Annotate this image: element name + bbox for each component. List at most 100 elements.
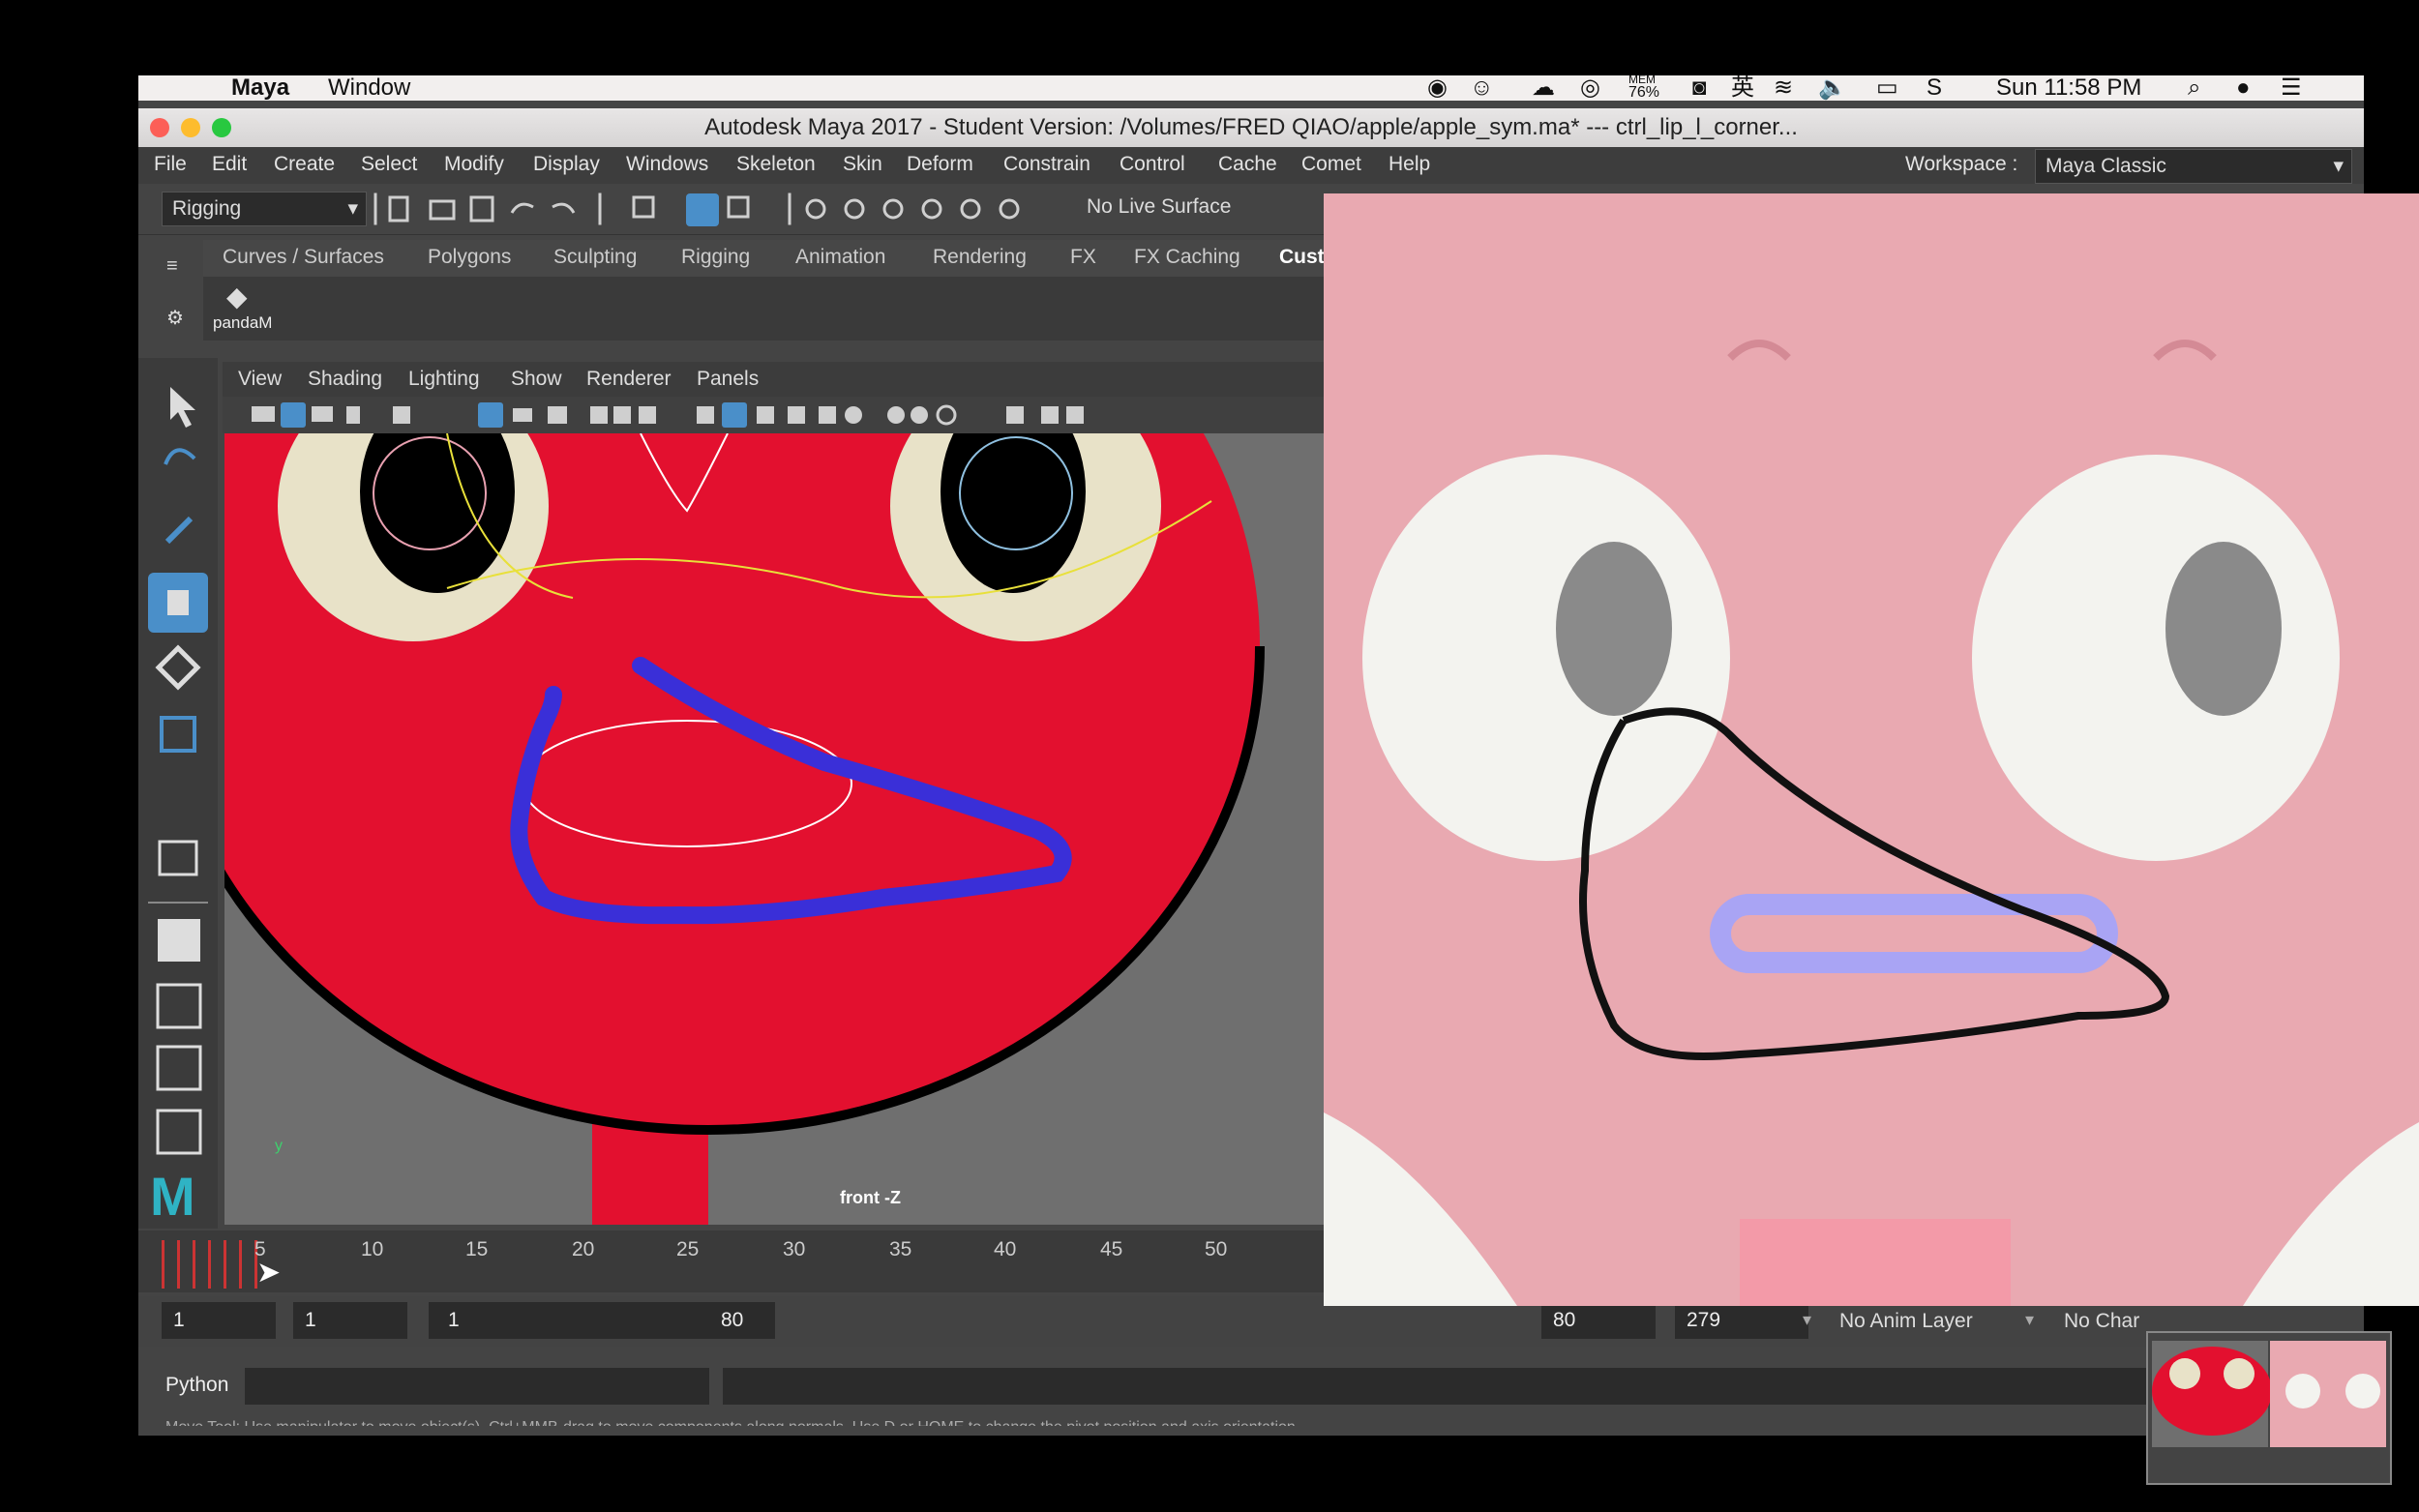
chevron-down-icon: ▾	[2333, 155, 2344, 177]
select-hierarchy-icon	[632, 195, 655, 219]
smooth-shade-icon	[722, 402, 747, 428]
workspace-label: Workspace :	[1905, 153, 2018, 175]
end-time-field[interactable]: 279	[1675, 1302, 1808, 1339]
image-plane-icon	[346, 406, 360, 424]
chevron-down-icon[interactable]: ▾	[1803, 1310, 1811, 1330]
shadows-icon	[887, 406, 905, 424]
close-button[interactable]	[150, 118, 169, 137]
record-icon[interactable]: ◉	[1427, 75, 1448, 101]
menu-cache[interactable]: Cache	[1218, 153, 1277, 176]
menu-help[interactable]: Help	[1389, 153, 1430, 176]
anim-layer-dropdown[interactable]: No Anim Layer	[1839, 1310, 1973, 1333]
status-icon[interactable]: ☺	[1470, 75, 1494, 101]
tab-custom[interactable]: Cust	[1279, 246, 1325, 269]
two-view-icon	[156, 1045, 202, 1091]
tab-rigging[interactable]: Rigging	[681, 246, 750, 269]
tab-polygons[interactable]: Polygons	[428, 246, 511, 269]
menu-control[interactable]: Control	[1120, 153, 1185, 176]
viewport-front[interactable]: y front -Z	[224, 433, 1326, 1225]
scale-tool-icon	[160, 716, 196, 753]
menu-skeleton[interactable]: Skeleton	[736, 153, 816, 176]
app-name-menu[interactable]: Maya	[231, 75, 289, 101]
lasso-tool-icon	[164, 448, 196, 465]
time-slider[interactable]: 5 10 15 20 25 30 35 40 45 50 ➤	[138, 1230, 1329, 1292]
snap-pivot-icon	[999, 198, 1020, 220]
tab-curves-surfaces[interactable]: Curves / Surfaces	[223, 246, 384, 269]
menu-constrain[interactable]: Constrain	[1003, 153, 1090, 176]
maya-menubar: File Edit Create Select Modify Display W…	[138, 147, 2364, 184]
rotate-tool-icon	[155, 644, 201, 691]
tab-sculpting[interactable]: Sculpting	[553, 246, 637, 269]
sync-icon[interactable]: S	[1926, 75, 1942, 101]
playback-end-field[interactable]: 80	[1541, 1302, 1656, 1339]
menu-display[interactable]: Display	[533, 153, 600, 176]
help-line: Move Tool: Use manipulator to move objec…	[165, 1414, 1714, 1426]
menu-skin[interactable]: Skin	[843, 153, 882, 176]
tab-fx-caching[interactable]: FX Caching	[1134, 246, 1240, 269]
menuset-dropdown[interactable]: Rigging ▾	[162, 192, 367, 226]
character-set-dropdown[interactable]: No Char	[2064, 1310, 2139, 1333]
menu-create[interactable]: Create	[274, 153, 335, 176]
axis-y-label: y	[275, 1138, 283, 1154]
grid-toggle-icon	[478, 402, 503, 428]
isolate-select-icon	[1006, 406, 1024, 424]
screen-thumbnail[interactable]	[2146, 1331, 2392, 1485]
workspace-value: Maya Classic	[2046, 155, 2166, 177]
vp-menu-lighting[interactable]: Lighting	[408, 368, 480, 391]
battery-icon[interactable]: ▭	[1876, 75, 1898, 101]
start-time-field[interactable]: 1	[162, 1302, 276, 1339]
window-title: Autodesk Maya 2017 - Student Version: /V…	[704, 114, 1798, 140]
zoom-button[interactable]	[212, 118, 231, 137]
menu-deform[interactable]: Deform	[907, 153, 973, 176]
vp-menu-panels[interactable]: Panels	[697, 368, 759, 391]
menu-comet[interactable]: Comet	[1301, 153, 1361, 176]
menu-icon[interactable]: ≡	[166, 255, 178, 278]
reference-sketch	[1324, 193, 2419, 1306]
snap-view-icon	[921, 198, 942, 220]
range-slider[interactable]: 1 80	[429, 1302, 775, 1339]
select-tool-icon	[170, 387, 195, 428]
tab-animation[interactable]: Animation	[795, 246, 885, 269]
gear-icon[interactable]: ⚙	[166, 306, 184, 330]
menu-file[interactable]: File	[154, 153, 187, 176]
menu-edit[interactable]: Edit	[212, 153, 247, 176]
cloud-icon[interactable]: ☁	[1532, 75, 1555, 101]
vp-menu-renderer[interactable]: Renderer	[586, 368, 672, 391]
siri-icon[interactable]: ●	[2236, 75, 2251, 101]
tab-rendering[interactable]: Rendering	[933, 246, 1027, 269]
playback-start-field[interactable]: 1	[293, 1302, 407, 1339]
menu-select[interactable]: Select	[361, 153, 417, 176]
tab-fx[interactable]: FX	[1070, 246, 1096, 269]
field-chart-icon	[590, 406, 608, 424]
shelf-item-panda[interactable]: ◆ pandaM	[213, 281, 275, 339]
creative-cloud-icon[interactable]: ◎	[1580, 75, 1600, 101]
language-toggle[interactable]: Python	[165, 1374, 228, 1397]
notification-center-icon[interactable]: ☰	[2281, 75, 2302, 101]
chevron-down-icon[interactable]: ▾	[2025, 1310, 2034, 1330]
screenshot-icon[interactable]: ◙	[1692, 75, 1707, 101]
shelf-item-label: pandaM	[213, 313, 273, 332]
menu-windows[interactable]: Windows	[626, 153, 708, 176]
clock[interactable]: Sun 11:58 PM	[1996, 75, 2141, 101]
open-scene-icon	[429, 199, 456, 221]
resolution-gate-icon	[548, 406, 567, 424]
live-surface-button[interactable]: No Live Surface	[1087, 195, 1231, 219]
wifi-icon[interactable]: ≋	[1774, 75, 1793, 101]
workspace-dropdown[interactable]: Maya Classic ▾	[2035, 149, 2352, 184]
tick-40: 40	[994, 1238, 1017, 1260]
vp-menu-show[interactable]: Show	[511, 368, 562, 391]
shelf-options: ≡ ⚙	[155, 248, 194, 344]
minimize-button[interactable]	[181, 118, 200, 137]
spotlight-icon[interactable]: ⌕	[2188, 75, 2200, 101]
menu-modify[interactable]: Modify	[444, 153, 504, 176]
wireframe-on-shaded-icon	[757, 406, 774, 424]
move-tool-icon	[167, 590, 189, 615]
grid-icon	[393, 406, 410, 424]
vp-menu-view[interactable]: View	[238, 368, 282, 391]
window-menu[interactable]: Window	[328, 75, 410, 101]
viewport-scene	[224, 433, 1326, 1225]
volume-icon[interactable]: 🔈	[1818, 75, 1847, 101]
input-method-icon[interactable]: 英	[1731, 75, 1754, 101]
vp-menu-shading[interactable]: Shading	[308, 368, 382, 391]
command-input[interactable]	[245, 1368, 709, 1405]
